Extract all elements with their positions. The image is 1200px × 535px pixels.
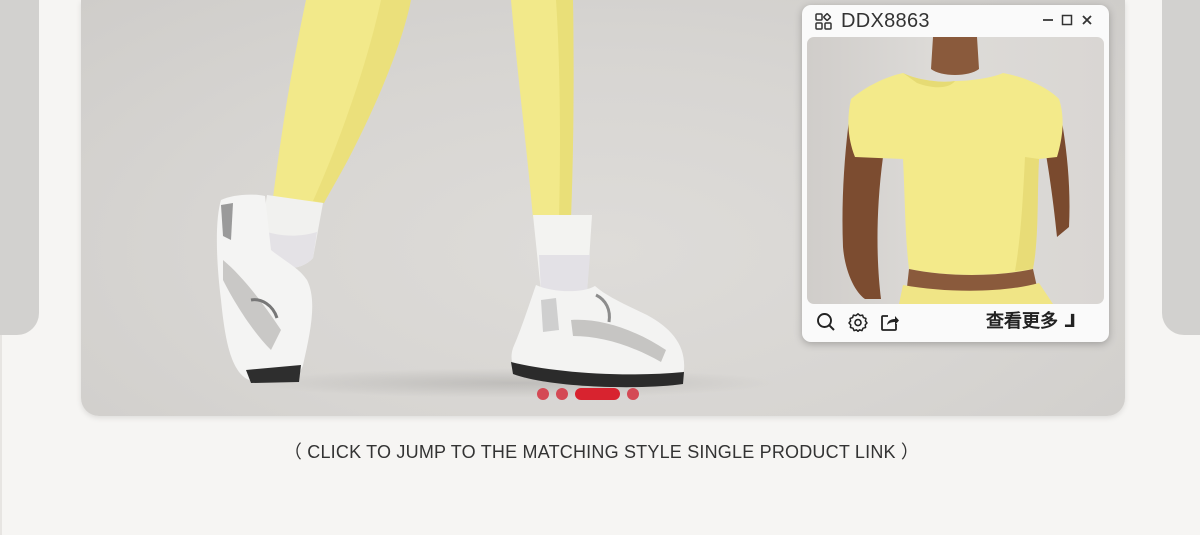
view-more-link[interactable]: 查看更多 ⅃ <box>986 311 1076 333</box>
product-preview-popup: DDX8863 查看更多 ⅃ <box>802 5 1109 342</box>
product-image[interactable] <box>807 37 1104 304</box>
carousel-dot-3-active[interactable] <box>575 388 620 400</box>
share-icon[interactable] <box>880 312 900 332</box>
carousel-dot-2[interactable] <box>556 388 568 400</box>
carousel-indicator <box>537 388 639 400</box>
minimize-icon[interactable] <box>1038 10 1058 30</box>
carousel-dot-1[interactable] <box>537 388 549 400</box>
product-link-caption[interactable]: （ CLICK TO JUMP TO THE MATCHING STYLE SI… <box>0 438 1200 464</box>
apps-icon <box>815 13 832 30</box>
maximize-icon[interactable] <box>1057 10 1077 30</box>
close-icon[interactable] <box>1077 10 1097 30</box>
zoom-icon[interactable] <box>816 312 836 332</box>
carousel-dot-4[interactable] <box>627 388 639 400</box>
settings-icon[interactable] <box>848 312 868 332</box>
previous-slide-card[interactable] <box>0 0 39 335</box>
yellow-top-photo <box>842 37 1070 304</box>
next-slide-card[interactable] <box>1162 0 1200 335</box>
popup-title: DDX8863 <box>841 10 930 32</box>
